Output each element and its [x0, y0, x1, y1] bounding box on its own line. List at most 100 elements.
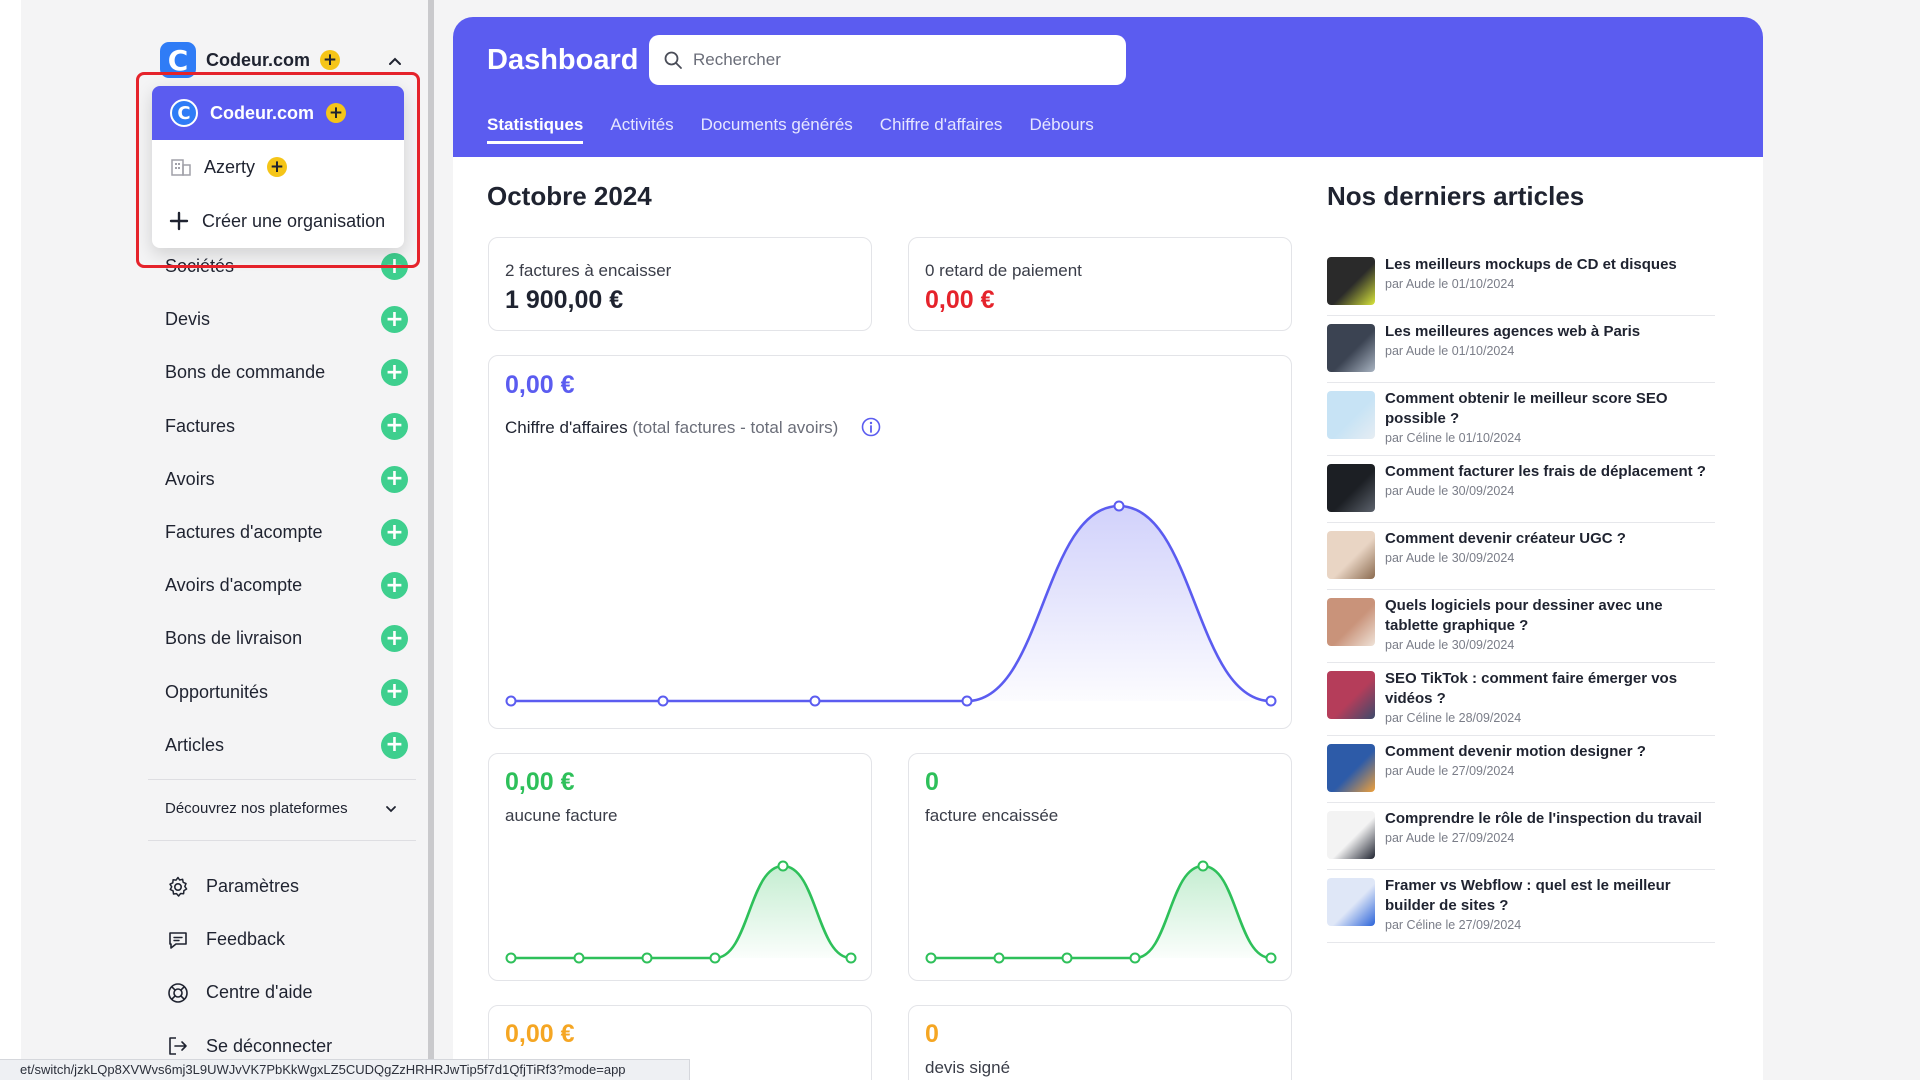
revenue-label-row: Chiffre d'affaires (total factures - tot…	[505, 418, 838, 438]
chart-point[interactable]	[1113, 500, 1125, 512]
sidebar-item-bons-de-commande[interactable]: Bons de commande +	[165, 346, 413, 399]
invoices-value: 0,00 €	[505, 768, 575, 796]
articles-title: Nos derniers articles	[1327, 181, 1585, 211]
org-option-azerty[interactable]: Azerty +	[152, 140, 404, 194]
add-icon[interactable]: +	[381, 306, 408, 334]
article-item[interactable]: Comment devenir créateur UGC ? par Aude l…	[1327, 523, 1715, 590]
article-title[interactable]: Les meilleures agences web à Paris	[1385, 322, 1640, 342]
sidebar-item-label: Avoirs d'acompte	[165, 575, 303, 596]
article-title[interactable]: Comment facturer les frais de déplacemen…	[1385, 462, 1706, 482]
create-organization-button[interactable]: Créer une organisation	[152, 194, 404, 248]
chart-point[interactable]	[1265, 695, 1277, 707]
card-late-payment[interactable]: 0 retard de paiement 0,00 €	[908, 237, 1292, 331]
left-gutter	[0, 0, 21, 1080]
chart-point[interactable]	[1129, 952, 1141, 964]
article-item[interactable]: Les meilleures agences web à Paris par Au…	[1327, 316, 1715, 383]
article-title[interactable]: Comprendre le rôle de l'inspection du tr…	[1385, 809, 1702, 829]
article-item[interactable]: Les meilleurs mockups de CD et disques pa…	[1327, 249, 1715, 316]
sidebar-item-centre-aide[interactable]: Centre d'aide	[166, 966, 332, 1019]
chart-point[interactable]	[573, 952, 585, 964]
sidebar-item-avoirs-acompte[interactable]: Avoirs d'acompte +	[165, 559, 413, 612]
tab-activites[interactable]: Activités	[610, 115, 673, 144]
chart-point[interactable]	[993, 952, 1005, 964]
article-thumbnail	[1327, 257, 1375, 305]
article-title[interactable]: SEO TikTok : comment faire émerger vos v…	[1385, 669, 1715, 709]
sidebar-item-opportunites[interactable]: Opportunités +	[165, 666, 413, 719]
article-title[interactable]: Framer vs Webflow : quel est le meilleur…	[1385, 876, 1715, 916]
signed-value: 0	[925, 1020, 939, 1048]
sidebar-item-bons-de-livraison[interactable]: Bons de livraison +	[165, 612, 413, 665]
article-meta: par Céline le 27/09/2024	[1385, 918, 1522, 932]
tab-documents-generes[interactable]: Documents générés	[701, 115, 853, 144]
add-icon[interactable]: +	[381, 253, 408, 281]
article-item[interactable]: SEO TikTok : comment faire émerger vos v…	[1327, 663, 1715, 736]
search-input[interactable]	[693, 50, 1093, 70]
collected-value: 0	[925, 768, 939, 796]
article-title[interactable]: Comment obtenir le meilleur score SEO po…	[1385, 389, 1715, 429]
add-icon[interactable]: +	[381, 625, 408, 653]
add-icon[interactable]: +	[381, 572, 408, 600]
article-title[interactable]: Quels logiciels pour dessiner avec une t…	[1385, 596, 1715, 636]
chart-point[interactable]	[657, 695, 669, 707]
tab-chiffre-affaires[interactable]: Chiffre d'affaires	[880, 115, 1003, 144]
add-icon[interactable]: +	[381, 678, 408, 706]
org-switcher[interactable]: C Codeur.com +	[160, 42, 341, 78]
article-item[interactable]: Comment devenir motion designer ? par Aud…	[1327, 736, 1715, 803]
add-icon[interactable]: +	[381, 519, 408, 547]
sidebar-item-label: Feedback	[206, 929, 286, 950]
card-to-collect[interactable]: 2 factures à encaisser 1 900,00 €	[488, 237, 872, 331]
article-item[interactable]: Comprendre le rôle de l'inspection du tr…	[1327, 803, 1715, 870]
org-current-name: Codeur.com	[206, 49, 311, 70]
sidebar-item-articles[interactable]: Articles +	[165, 719, 413, 772]
chart-point[interactable]	[961, 695, 973, 707]
tab-statistiques[interactable]: Statistiques	[487, 115, 584, 144]
sidebar-item-factures[interactable]: Factures +	[165, 400, 413, 453]
chart-point[interactable]	[1265, 952, 1277, 964]
chart-point[interactable]	[925, 952, 937, 964]
chart-point[interactable]	[1061, 952, 1073, 964]
chart-point[interactable]	[709, 952, 721, 964]
collected-label: facture encaissée	[925, 806, 1059, 825]
info-icon[interactable]	[861, 417, 881, 437]
article-title[interactable]: Les meilleurs mockups de CD et disques	[1385, 255, 1677, 275]
quotes-value: 0,00 €	[505, 1020, 575, 1048]
sidebar-item-parametres[interactable]: Paramètres	[166, 860, 332, 913]
card-revenue: 0,00 € Chiffre d'affaires (total facture…	[488, 355, 1292, 729]
sidebar-item-avoirs[interactable]: Avoirs +	[165, 453, 413, 506]
article-item[interactable]: Comment obtenir le meilleur score SEO po…	[1327, 383, 1715, 456]
sidebar-item-feedback[interactable]: Feedback	[166, 913, 332, 966]
chart-point[interactable]	[777, 860, 789, 872]
chart-point[interactable]	[641, 952, 653, 964]
sidebar-item-label: Bons de commande	[165, 362, 326, 383]
chart-point[interactable]	[505, 695, 517, 707]
sidebar-item-devis[interactable]: Devis +	[165, 293, 413, 346]
chart-point[interactable]	[1197, 860, 1209, 872]
revenue-chart	[505, 500, 1277, 707]
add-icon[interactable]: +	[381, 359, 408, 387]
tab-debours[interactable]: Débours	[1029, 115, 1093, 144]
article-item[interactable]: Comment facturer les frais de déplacemen…	[1327, 456, 1715, 523]
sidebar-item-factures-acompte[interactable]: Factures d'acompte +	[165, 506, 413, 559]
revenue-value: 0,00 €	[505, 371, 575, 399]
add-icon[interactable]: +	[381, 465, 408, 493]
chat-bubble-icon	[169, 931, 187, 949]
discover-platforms-toggle[interactable]: Découvrez nos plateformes	[165, 800, 398, 817]
article-thumbnail	[1327, 878, 1375, 926]
article-title[interactable]: Comment devenir motion designer ?	[1385, 742, 1646, 762]
org-option-codeur[interactable]: C Codeur.com +	[152, 86, 404, 140]
article-meta: par Aude le 27/09/2024	[1385, 764, 1515, 778]
chevron-up-icon[interactable]	[388, 54, 402, 68]
chart-area	[511, 506, 1271, 701]
article-item[interactable]: Quels logiciels pour dessiner avec une t…	[1327, 590, 1715, 663]
article-thumbnail	[1327, 598, 1375, 646]
lifebuoy-icon	[168, 983, 188, 1003]
search-box[interactable]	[649, 35, 1126, 85]
add-icon[interactable]: +	[381, 731, 408, 759]
article-meta: par Aude le 30/09/2024	[1385, 638, 1515, 652]
add-icon[interactable]: +	[381, 412, 408, 440]
article-title[interactable]: Comment devenir créateur UGC ?	[1385, 529, 1626, 549]
article-item[interactable]: Framer vs Webflow : quel est le meilleur…	[1327, 870, 1715, 943]
chart-point[interactable]	[505, 952, 517, 964]
chart-point[interactable]	[845, 952, 857, 964]
chart-point[interactable]	[809, 695, 821, 707]
